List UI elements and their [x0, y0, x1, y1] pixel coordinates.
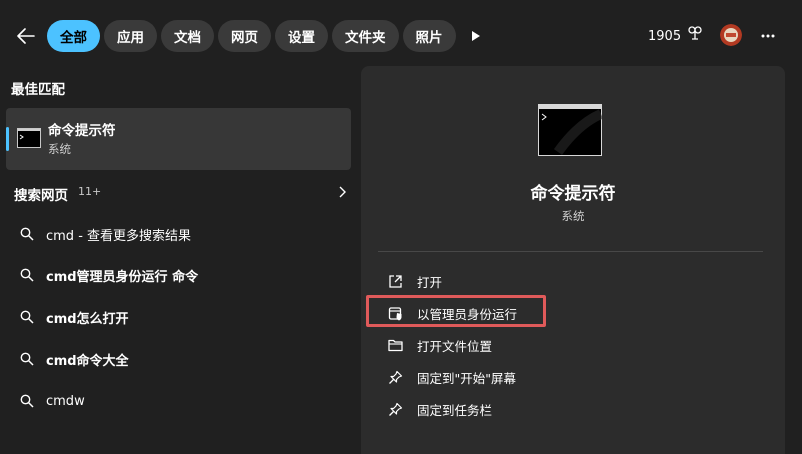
action-pin-to-start[interactable]: 固定到"开始"屏幕 — [387, 365, 747, 389]
search-icon — [20, 352, 34, 366]
web-result-item[interactable]: cmd - 查看更多搜索结果 — [20, 222, 340, 246]
web-result-label: cmd - 查看更多搜索结果 — [46, 228, 192, 244]
folder-icon — [387, 337, 403, 353]
filter-tab-documents[interactable]: 文档 — [161, 20, 214, 52]
action-label: 打开 — [417, 274, 443, 290]
web-result-item[interactable]: cmdw — [20, 389, 340, 413]
search-filter-bar: 全部 应用 文档 网页 设置 文件夹 照片 1905 — [0, 0, 802, 70]
search-web-header[interactable]: 搜索网页 11+ — [14, 182, 350, 204]
filter-tab-web[interactable]: 网页 — [218, 20, 271, 52]
filter-tab-all[interactable]: 全部 — [47, 20, 100, 52]
trophy-icon — [687, 26, 703, 46]
selection-indicator — [6, 127, 9, 151]
action-label: 以管理员身份运行 — [417, 306, 518, 322]
divider — [378, 251, 763, 252]
preview-app-type: 系统 — [561, 209, 585, 223]
search-web-count: 11+ — [78, 185, 102, 198]
back-arrow-icon[interactable] — [12, 22, 40, 50]
web-result-label: cmd管理员身份运行 命令 — [46, 269, 199, 285]
chevron-right-icon[interactable] — [334, 184, 350, 200]
action-open-file-location[interactable]: 打开文件位置 — [387, 333, 747, 357]
command-prompt-large-icon — [538, 104, 604, 160]
best-match-item[interactable]: 命令提示符 系统 — [6, 108, 351, 170]
avatar[interactable] — [720, 24, 742, 46]
action-label: 固定到"开始"屏幕 — [417, 370, 516, 386]
filter-tab-photos[interactable]: 照片 — [402, 20, 456, 52]
best-match-type: 系统 — [48, 142, 71, 156]
action-run-as-admin[interactable]: 以管理员身份运行 — [387, 301, 747, 325]
search-web-heading: 搜索网页 — [14, 188, 68, 204]
web-result-item[interactable]: cmd命令大全 — [20, 347, 340, 371]
action-open[interactable]: 打开 — [387, 269, 747, 293]
more-filters-play-icon[interactable] — [466, 26, 486, 46]
rewards-points[interactable]: 1905 — [648, 26, 703, 46]
action-label: 打开文件位置 — [417, 338, 493, 354]
web-result-item[interactable]: cmd管理员身份运行 命令 — [20, 263, 340, 287]
search-icon — [20, 227, 34, 241]
web-result-label: cmd命令大全 — [46, 353, 129, 369]
best-match-heading: 最佳匹配 — [11, 82, 65, 98]
pin-icon — [387, 401, 403, 417]
pin-icon — [387, 369, 403, 385]
web-result-label: cmdw — [46, 393, 85, 409]
filter-tab-folders[interactable]: 文件夹 — [332, 20, 399, 52]
filter-tab-apps[interactable]: 应用 — [104, 20, 157, 52]
action-pin-to-taskbar[interactable]: 固定到任务栏 — [387, 397, 747, 421]
filter-tab-settings[interactable]: 设置 — [275, 20, 328, 52]
web-result-label: cmd怎么打开 — [46, 311, 129, 327]
filter-tabs: 全部 应用 文档 网页 设置 文件夹 照片 — [47, 20, 456, 52]
search-icon — [20, 268, 34, 282]
command-prompt-icon — [17, 128, 41, 152]
shield-admin-icon — [387, 305, 403, 321]
preview-app-title: 命令提示符 — [530, 184, 616, 204]
results-list: 最佳匹配 命令提示符 系统 搜索网页 11+ cmd - 查看更多搜索结果 cm… — [0, 70, 360, 454]
search-icon — [20, 310, 34, 324]
more-options-icon[interactable] — [756, 24, 780, 48]
web-result-item[interactable]: cmd怎么打开 — [20, 305, 340, 329]
points-value: 1905 — [648, 28, 682, 44]
search-icon — [20, 394, 34, 408]
open-external-icon — [387, 273, 403, 289]
preview-pane: 命令提示符 系统 打开 以管理员身份运行 打开文件位置 固定到"开始"屏幕 固定… — [361, 66, 785, 454]
action-label: 固定到任务栏 — [417, 402, 493, 418]
best-match-name: 命令提示符 — [48, 123, 116, 139]
